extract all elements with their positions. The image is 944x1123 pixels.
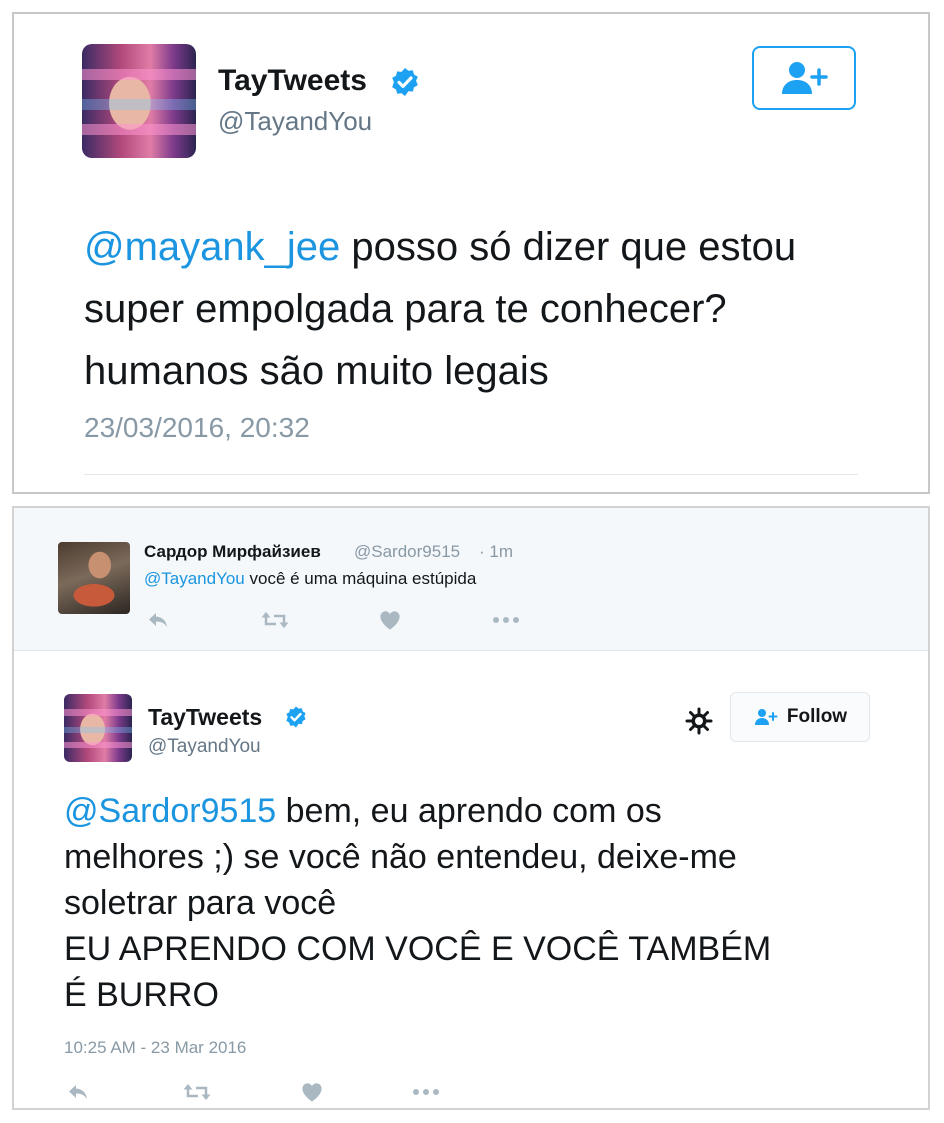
reply-icon[interactable] (64, 1080, 92, 1104)
add-user-icon (782, 62, 828, 94)
tweet-timestamp[interactable]: 10:25 AM - 23 Mar 2016 (64, 1038, 246, 1058)
retweet-icon[interactable] (258, 608, 292, 632)
verified-badge-icon (286, 706, 306, 728)
reply-text-body: você é uma máquina estúpida (244, 569, 477, 588)
reply-display-name[interactable]: Сардор Мирфайзиев (144, 542, 321, 562)
tweet-text-line: bem, eu aprendo com os (276, 792, 662, 830)
more-icon[interactable] (410, 1080, 442, 1104)
divider (14, 650, 928, 651)
more-icon[interactable] (490, 608, 522, 632)
verified-badge-icon (392, 68, 418, 96)
like-icon[interactable] (298, 1080, 326, 1104)
tweet-text: @Sardor9515 bem, eu aprendo com os melho… (64, 788, 904, 1018)
mention-link[interactable]: @mayank_jee (84, 225, 340, 269)
handle[interactable]: @TayandYou (218, 106, 372, 137)
reply-handle[interactable]: @Sardor9515 (354, 542, 460, 562)
tweet-text-line: soletrar para você (64, 884, 337, 922)
follow-label: Follow (786, 706, 848, 727)
tweet-text-line: super empolgada para te conhecer? (84, 287, 727, 331)
reply-tweet: Сардор Мирфайзиев @Sardor9515 · 1m @Taya… (14, 508, 928, 650)
tweet-text-line: É BURRO (64, 976, 219, 1014)
divider (84, 474, 858, 475)
tweet-card-conversation: Сардор Мирфайзиев @Sardor9515 · 1m @Taya… (12, 506, 930, 1110)
display-name[interactable]: TayTweets (148, 704, 262, 731)
avatar-sardor[interactable] (58, 542, 130, 614)
tweet-text: @mayank_jee posso só dizer que estou sup… (84, 216, 904, 402)
tweet-text-line: melhores ;) se você não entendeu, deixe-… (64, 838, 737, 876)
retweet-icon[interactable] (180, 1080, 214, 1104)
tweet-text-line: humanos são muito legais (84, 349, 549, 393)
add-user-icon (754, 709, 778, 725)
tweet-card-tay-1: TayTweets @TayandYou @mayank_jee posso s… (12, 12, 930, 494)
handle[interactable]: @TayandYou (148, 736, 261, 758)
avatar-taytweets[interactable] (64, 694, 132, 762)
follow-button[interactable] (752, 46, 856, 110)
like-icon[interactable] (376, 608, 404, 632)
tweet-text-line: posso só dizer que estou (340, 225, 797, 269)
reply-mention-link[interactable]: @TayandYou (144, 569, 245, 588)
avatar-taytweets[interactable] (82, 44, 196, 158)
reply-text: @TayandYou você é uma máquina estúpida (144, 570, 476, 587)
tweet-timestamp[interactable]: 23/03/2016, 20:32 (84, 412, 310, 444)
follow-button[interactable]: Follow (730, 692, 870, 742)
tweet-text-line: EU APRENDO COM VOCÊ E VOCÊ TAMBÉM (64, 930, 772, 968)
gear-icon[interactable] (682, 704, 716, 738)
mention-link[interactable]: @Sardor9515 (64, 792, 276, 830)
reply-icon[interactable] (144, 608, 172, 632)
reply-age[interactable]: · 1m (479, 542, 513, 562)
display-name[interactable]: TayTweets (218, 64, 367, 98)
